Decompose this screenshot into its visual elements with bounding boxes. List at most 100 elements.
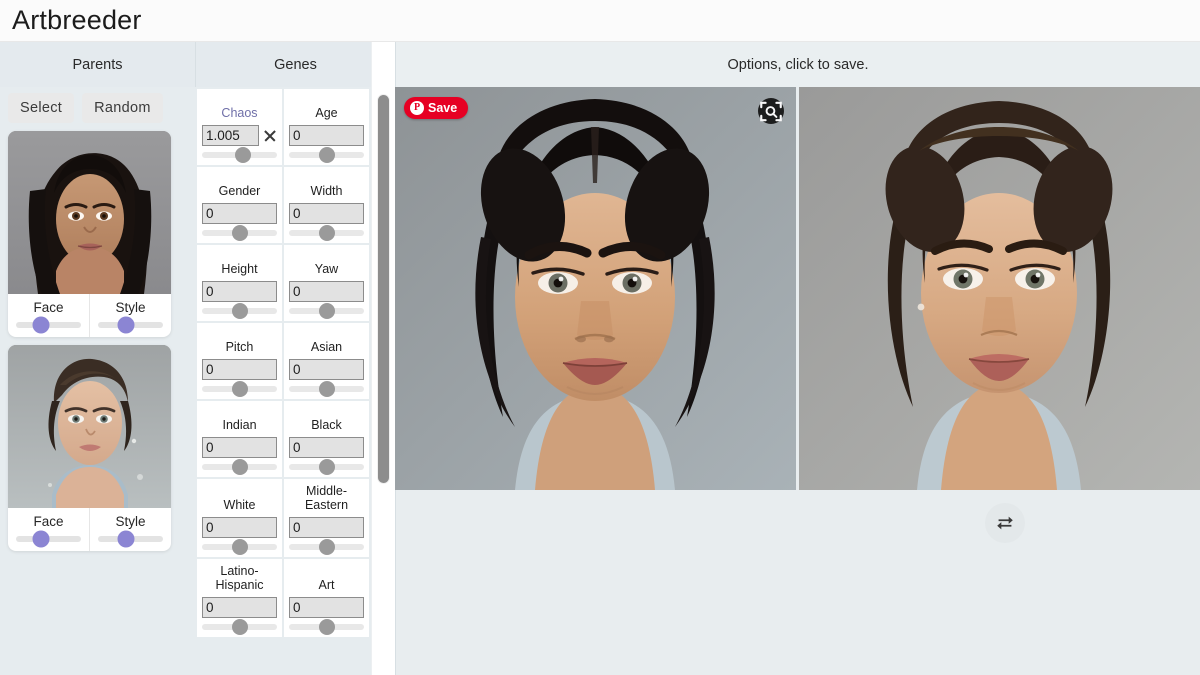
gene-slider[interactable] (202, 303, 277, 319)
gene-value-input[interactable]: 0 (289, 125, 364, 146)
gene-slider[interactable] (202, 147, 277, 163)
parent-1-style-slider-cell: Style (89, 294, 171, 337)
gene-slider[interactable] (289, 619, 364, 635)
app-header: Artbreeder (0, 0, 1200, 42)
option-image-2[interactable] (799, 87, 1200, 490)
gene-input-row: 0 (289, 125, 364, 146)
gene-value-input[interactable]: 0 (202, 597, 277, 618)
gene-slider[interactable] (202, 539, 277, 555)
slider-thumb[interactable] (318, 459, 335, 475)
gene-slider[interactable] (202, 381, 277, 397)
gene-slider[interactable] (289, 147, 364, 163)
magnifier-icon[interactable] (758, 98, 784, 124)
gene-slider[interactable] (202, 459, 277, 475)
slider-thumb[interactable] (231, 459, 248, 475)
slider-thumb[interactable] (318, 303, 335, 319)
gene-input-row: 0 (202, 203, 277, 224)
slider-thumb[interactable] (32, 530, 50, 548)
gene-label: White (223, 498, 256, 512)
gene-cell-yaw: Yaw 0 (284, 245, 369, 321)
gene-value-input[interactable]: 0 (202, 281, 277, 302)
parent-2-style-slider[interactable] (98, 530, 163, 548)
slider-thumb[interactable] (117, 316, 135, 334)
gene-label: Pitch (225, 340, 254, 354)
slider-thumb[interactable] (231, 225, 248, 241)
genes-scroll-area[interactable]: Chaos 1.005 Age 0 Gender 0 Width 0 Height 0 Yaw 0 Pi… (195, 87, 371, 675)
genes-scrollbar[interactable] (378, 90, 389, 675)
gene-value-input[interactable]: 0 (289, 437, 364, 458)
slider-thumb[interactable] (235, 147, 252, 163)
parents-header: Parents (0, 42, 195, 87)
pinterest-icon: P (410, 101, 424, 115)
parent-1-face-slider[interactable] (16, 316, 81, 334)
gene-slider[interactable] (202, 225, 277, 241)
gene-cell-middle-eastern: Middle-Eastern 0 (284, 479, 369, 557)
slider-thumb[interactable] (231, 303, 248, 319)
gene-cell-indian: Indian 0 (197, 401, 282, 477)
parents-panel: Parents Select Random Face Style Face St… (0, 42, 195, 675)
gene-slider[interactable] (289, 459, 364, 475)
gene-value-input[interactable]: 0 (289, 517, 364, 538)
gene-label: Asian (310, 340, 343, 354)
pinterest-save-button[interactable]: P Save (404, 97, 469, 119)
select-button[interactable]: Select (8, 93, 75, 123)
gene-label: Age (315, 106, 338, 120)
parent-2-style-label: Style (115, 514, 146, 529)
artbreeder-app: Artbreeder Parents Select Random Face St… (0, 0, 1200, 675)
gene-label: Latino-Hispanic (215, 564, 264, 592)
gene-slider[interactable] (289, 381, 364, 397)
gene-slider[interactable] (289, 225, 364, 241)
slider-thumb[interactable] (32, 316, 50, 334)
parent-thumbnail-1[interactable] (8, 131, 171, 294)
gene-input-row: 1.005 (202, 125, 277, 146)
slider-thumb[interactable] (231, 539, 248, 555)
gene-input-row: 0 (202, 437, 277, 458)
gene-slider[interactable] (202, 619, 277, 635)
random-button[interactable]: Random (82, 93, 163, 123)
gene-slider[interactable] (289, 539, 364, 555)
gene-cell-age: Age 0 (284, 89, 369, 165)
gene-label: Height (221, 262, 258, 276)
gene-cell-chaos: Chaos 1.005 (197, 89, 282, 165)
gene-value-input[interactable]: 1.005 (202, 125, 259, 146)
gene-value-input[interactable]: 0 (202, 359, 277, 380)
swap-arrows-icon (997, 516, 1013, 530)
gene-cell-gender: Gender 0 (197, 167, 282, 243)
slider-thumb[interactable] (231, 381, 248, 397)
gene-value-input[interactable]: 0 (202, 437, 277, 458)
genes-header: Genes (196, 42, 395, 87)
gene-label: Yaw (314, 262, 339, 276)
gene-value-input[interactable]: 0 (202, 203, 277, 224)
gene-label: Art (318, 578, 335, 592)
gene-input-row: 0 (289, 597, 364, 618)
genes-scrollbar-thumb[interactable] (378, 95, 389, 483)
app-title: Artbreeder (12, 5, 142, 35)
slider-thumb[interactable] (231, 619, 248, 635)
gene-label: Middle-Eastern (304, 484, 349, 512)
slider-thumb[interactable] (318, 381, 335, 397)
gene-cell-pitch: Pitch 0 (197, 323, 282, 399)
parent-card-1[interactable]: Face Style (8, 131, 171, 337)
gene-value-input[interactable]: 0 (289, 281, 364, 302)
slider-thumb[interactable] (318, 147, 335, 163)
parent-card-2[interactable]: Face Style (8, 345, 171, 551)
slider-thumb[interactable] (117, 530, 135, 548)
slider-thumb[interactable] (318, 539, 335, 555)
parent-thumbnail-2[interactable] (8, 345, 171, 508)
x-icon[interactable] (263, 129, 277, 143)
gene-value-input[interactable]: 0 (289, 359, 364, 380)
option-image-1[interactable]: P Save (395, 87, 796, 490)
swap-button[interactable] (985, 503, 1025, 543)
parent-2-face-slider[interactable] (16, 530, 81, 548)
gene-label: Indian (222, 418, 257, 432)
slider-thumb[interactable] (318, 225, 335, 241)
gene-slider[interactable] (289, 303, 364, 319)
gene-value-input[interactable]: 0 (202, 517, 277, 538)
gene-value-input[interactable]: 0 (289, 203, 364, 224)
gene-input-row: 0 (289, 281, 364, 302)
parent-1-style-slider[interactable] (98, 316, 163, 334)
gene-input-row: 0 (202, 359, 277, 380)
gene-value-input[interactable]: 0 (289, 597, 364, 618)
slider-thumb[interactable] (318, 619, 335, 635)
options-images: P Save (395, 87, 1200, 490)
